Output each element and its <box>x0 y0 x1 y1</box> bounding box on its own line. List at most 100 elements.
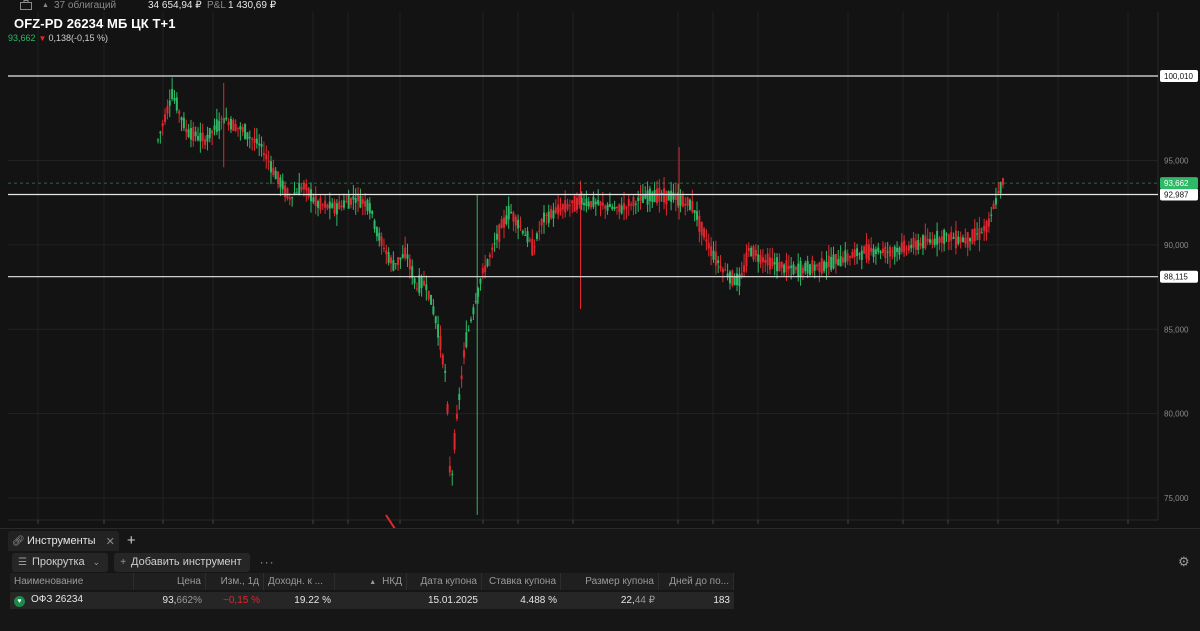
candle-body <box>274 170 277 180</box>
candle-body <box>258 143 261 146</box>
candle-body <box>246 132 249 140</box>
candle-body <box>987 218 990 227</box>
scroll-dropdown[interactable]: ☰ Прокрутка ⌄ <box>12 552 109 572</box>
candle-body <box>813 264 816 271</box>
col-price[interactable]: Цена <box>134 573 206 590</box>
candle-body <box>526 231 529 243</box>
candle-body <box>498 224 501 242</box>
cell-name: ♥ ОФЗ 26234 <box>10 594 134 607</box>
candle-body <box>924 235 927 249</box>
candle-body <box>980 232 983 234</box>
col-yield[interactable]: Доходн. к ... <box>264 573 335 590</box>
candle-body <box>517 219 520 229</box>
candle-body <box>743 265 746 272</box>
candle-body <box>761 257 764 263</box>
candle-body <box>736 273 739 286</box>
candle-body <box>512 212 515 222</box>
candle-body <box>872 248 875 257</box>
candle-body <box>966 232 969 248</box>
candle-body <box>564 200 567 213</box>
candle-body <box>571 200 574 204</box>
cell-coupon-rate: 4.488 % <box>520 595 557 606</box>
candle-body <box>470 319 473 322</box>
candle-body <box>535 233 538 239</box>
candle-body <box>392 260 395 271</box>
candle-body <box>550 208 553 219</box>
candle-body <box>295 192 298 194</box>
more-icon[interactable]: ··· <box>260 555 275 569</box>
candle-body <box>792 264 795 275</box>
candle-body <box>500 219 503 229</box>
candle-body <box>378 232 381 241</box>
add-instrument-button[interactable]: + Добавить инструмент <box>114 552 250 572</box>
candle-body <box>255 138 258 144</box>
candle-body <box>413 278 416 284</box>
chart-canvas[interactable]: 75,000 80,000 85,000 90,000 95,000 100,010 92,… <box>8 12 1200 528</box>
candle-body <box>655 188 658 204</box>
candle-body <box>808 264 811 276</box>
candle-body <box>884 246 887 259</box>
candle-body <box>978 228 981 240</box>
candle-body <box>931 239 934 245</box>
candle-body <box>317 201 320 208</box>
candle-body <box>182 117 185 129</box>
candle-body <box>161 123 164 127</box>
candle-body <box>641 195 644 203</box>
candle-body <box>919 243 922 246</box>
candle-body <box>481 267 484 274</box>
col-coupon-size[interactable]: Размер купона <box>561 573 659 590</box>
last-price: 93,662 <box>8 33 36 43</box>
coupon-size-main: 22, <box>620 595 635 606</box>
price-chart[interactable]: 75,000 80,000 85,000 90,000 95,000 100,010 92,… <box>8 12 1200 528</box>
candle-body <box>613 206 616 209</box>
table-row[interactable]: ♥ ОФЗ 26234 93,662% −0,15 % 19.22 % 15.01… <box>10 592 734 609</box>
candle-body <box>768 257 771 270</box>
candle-body <box>465 332 468 348</box>
gear-icon[interactable]: ⚙ <box>1178 554 1192 569</box>
candle-body <box>773 262 776 265</box>
candle-body <box>458 394 461 401</box>
price-change: 0,138(-0,15 %) <box>48 33 108 43</box>
col-change[interactable]: Изм., 1д <box>206 573 264 590</box>
candle-body <box>373 220 376 229</box>
col-name[interactable]: Наименование <box>10 573 134 590</box>
candle-body <box>837 259 840 266</box>
add-tab-icon[interactable]: + <box>127 531 136 551</box>
candle-body <box>241 127 244 132</box>
y-tick-label: 85,000 <box>1164 325 1189 334</box>
candle-body <box>691 200 694 212</box>
cell-coupon-size: 22,44 ₽ <box>561 595 659 606</box>
candle-body <box>926 238 929 242</box>
col-coupon-date[interactable]: Дата купона <box>407 573 482 590</box>
tab-instruments[interactable]: 🔗︎ Инструменты ✕ <box>8 531 119 551</box>
col-coupon-rate[interactable]: Ставка купона <box>482 573 561 590</box>
candle-body <box>663 188 666 203</box>
candle-body <box>444 370 447 373</box>
candle-body <box>818 262 821 272</box>
candle-body <box>538 230 541 232</box>
col-days[interactable]: Дней до по... <box>659 573 734 590</box>
candle-body <box>905 248 908 250</box>
candle-body <box>961 237 964 243</box>
close-icon[interactable]: ✕ <box>106 535 115 548</box>
candle-body <box>552 210 555 219</box>
candle-body <box>159 131 162 134</box>
candle-body <box>700 221 703 236</box>
candle-body <box>585 198 588 207</box>
candle-body <box>206 134 209 142</box>
candle-body <box>620 205 623 214</box>
candle-body <box>903 240 906 253</box>
candle-body <box>608 204 611 208</box>
candle-body <box>185 128 188 133</box>
candle-body <box>936 230 939 245</box>
candle-body <box>994 198 997 205</box>
candle-body <box>434 316 437 324</box>
caret-up-icon: ▲ <box>42 2 49 9</box>
candle-body <box>462 350 465 358</box>
candle-body <box>801 267 804 274</box>
candle-body <box>173 97 176 101</box>
col-nkd[interactable]: ▲ НКД <box>335 573 407 590</box>
candle-body <box>350 198 353 205</box>
candle-body <box>705 239 708 242</box>
candle-body <box>799 260 802 277</box>
